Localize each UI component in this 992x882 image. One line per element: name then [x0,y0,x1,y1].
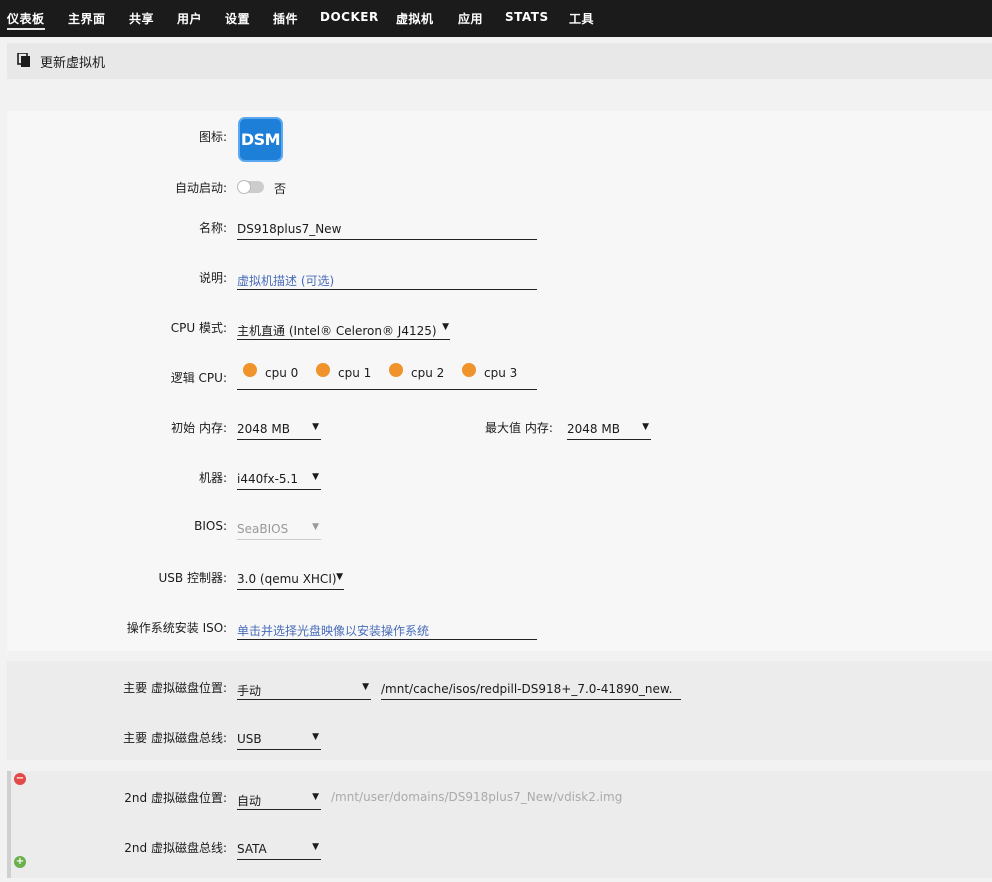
nav-item-dashboard[interactable]: 仪表板 [7,10,45,30]
page-title: 更新虚拟机 [40,56,106,71]
primary-disk-location-select[interactable]: 手动 ▼ [237,678,371,700]
initial-memory-value: 2048 MB [237,422,290,436]
vm-icon-text: DSM [240,130,281,149]
cpu-2-label: cpu 2 [411,366,445,380]
remove-disk-icon[interactable]: − [14,773,26,785]
nav-item-settings[interactable]: 设置 [225,10,250,27]
chevron-down-icon: ▼ [312,472,319,482]
nav-item-docker[interactable]: DOCKER [320,10,379,24]
second-disk-location-select[interactable]: 自动 ▼ [237,788,321,810]
chevron-down-icon: ▼ [312,842,319,852]
cpu-0-checkbox-icon[interactable] [243,363,257,377]
bios-value: SeaBIOS [237,522,289,536]
description-placeholder: 虚拟机描述 (可选) [237,274,335,288]
vm-icon-dsm[interactable]: DSM [238,117,283,162]
os-iso-placeholder: 单击并选择光盘映像以安装操作系统 [237,624,430,638]
nav-item-main[interactable]: 主界面 [68,10,106,27]
bios-label: BIOS: [194,519,227,533]
nav-item-plugins[interactable]: 插件 [273,10,298,27]
second-disk-panel [7,771,992,878]
name-label: 名称: [198,221,227,235]
chevron-down-icon: ▼ [312,732,319,742]
autostart-label: 自动启动: [174,181,227,195]
nav-item-stats[interactable]: STATS [505,10,549,24]
initial-memory-label: 初始 内存: [171,421,227,435]
primary-disk-path-value: /mnt/cache/isos/redpill-DS918+_7.0-41890… [381,682,673,696]
bios-select[interactable]: SeaBIOS ▼ [237,518,321,540]
cpu-mode-label: CPU 模式: [170,321,227,335]
second-disk-bus-value: SATA [237,842,267,856]
nav-item-tools[interactable]: 工具 [569,10,594,27]
autostart-value: 否 [274,182,287,196]
cpu-0-label: cpu 0 [265,366,299,380]
description-input[interactable]: 虚拟机描述 (可选) [237,268,537,290]
second-disk-location-label: 2nd 虚拟磁盘位置: [124,791,227,805]
chevron-down-icon: ▼ [336,572,343,582]
icon-label: 图标: [198,130,227,144]
chevron-down-icon: ▼ [312,522,319,532]
max-memory-label: 最大值 内存: [485,421,553,435]
name-value: DS918plus7_New [237,222,342,236]
nav-item-vms[interactable]: 虚拟机 [396,10,434,27]
primary-disk-location-label: 主要 虚拟磁盘位置: [123,681,227,695]
machine-value: i440fx-5.1 [237,472,298,486]
usb-controller-label: USB 控制器: [158,571,228,585]
second-disk-bus-label: 2nd 虚拟磁盘总线: [124,841,227,855]
cpu-3-checkbox-icon[interactable] [462,363,476,377]
chevron-down-icon: ▼ [642,422,649,432]
top-nav: 仪表板 主界面 共享 用户 设置 插件 DOCKER 虚拟机 应用 STATS … [0,0,992,37]
cpu-3-label: cpu 3 [484,366,518,380]
page-header: 更新虚拟机 [7,43,992,79]
toggle-knob [237,180,251,194]
name-input[interactable]: DS918plus7_New [237,218,537,240]
usb-controller-value: 3.0 (qemu XHCI) [237,572,337,586]
chevron-down-icon: ▼ [312,422,319,432]
second-disk-path[interactable]: /mnt/user/domains/DS918plus7_New/vdisk2.… [331,790,622,804]
primary-disk-location-value: 手动 [237,684,262,698]
nav-item-users[interactable]: 用户 [177,10,202,27]
machine-select[interactable]: i440fx-5.1 ▼ [237,468,321,490]
chevron-down-icon: ▼ [362,682,369,692]
primary-disk-path-input[interactable]: /mnt/cache/isos/redpill-DS918+_7.0-41890… [381,678,681,700]
os-iso-label: 操作系统安装 ISO: [126,621,227,635]
clipboard-icon [17,53,30,67]
primary-disk-bus-label: 主要 虚拟磁盘总线: [123,731,227,745]
nav-item-shares[interactable]: 共享 [129,10,154,27]
initial-memory-select[interactable]: 2048 MB ▼ [237,418,321,440]
second-disk-location-value: 自动 [237,794,262,808]
usb-controller-select[interactable]: 3.0 (qemu XHCI) ▼ [237,568,344,590]
autostart-toggle[interactable] [237,180,264,194]
logical-cpu-label: 逻辑 CPU: [170,371,227,385]
primary-disk-bus-value: USB [237,732,262,746]
chevron-down-icon: ▼ [312,792,319,802]
cpu-2-checkbox-icon[interactable] [389,363,403,377]
os-iso-input[interactable]: 单击并选择光盘映像以安装操作系统 [237,618,537,640]
add-disk-icon[interactable]: + [14,856,26,868]
cpu-mode-select[interactable]: 主机直通 (Intel® Celeron® J4125) ▼ [237,318,450,340]
cpu-1-label: cpu 1 [338,366,372,380]
cpu-mode-value: 主机直通 (Intel® Celeron® J4125) [237,324,437,338]
second-disk-bus-select[interactable]: SATA ▼ [237,838,321,860]
description-label: 说明: [198,271,227,285]
max-memory-value: 2048 MB [567,422,620,436]
cpu-1-checkbox-icon[interactable] [316,363,330,377]
chevron-down-icon: ▼ [442,322,449,332]
machine-label: 机器: [198,471,227,485]
nav-item-apps[interactable]: 应用 [458,10,483,27]
max-memory-select[interactable]: 2048 MB ▼ [567,418,651,440]
primary-disk-bus-select[interactable]: USB ▼ [237,728,321,750]
